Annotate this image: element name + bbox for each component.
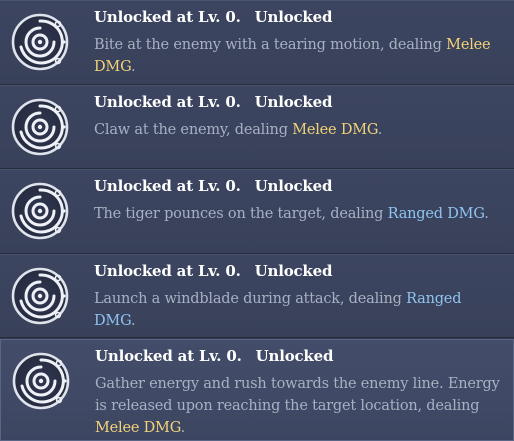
skill-row-4[interactable]: Unlocked at Lv. 0. Unlocked Launch a wind… [0,254,514,338]
unlock-level-text: Unlocked at Lv. 0. [94,93,241,111]
skill-title: Unlocked at Lv. 0. Unlocked [94,8,332,26]
skill-swirl-icon [9,265,71,327]
damage-type-keyword: Melee DMG [292,122,378,138]
skill-description: Launch a windblade during attack, dealin… [94,288,499,332]
unlock-status-text: Unlocked [254,8,333,26]
damage-type-keyword: Melee DMG [95,420,181,436]
skill-description: Claw at the enemy, dealing Melee DMG. [94,119,499,141]
skill-swirl-icon [9,96,71,158]
description-end: . [130,59,136,75]
unlock-status-text: Unlocked [254,262,333,280]
description-end: . [484,206,489,222]
description-end: . [377,122,383,138]
unlock-level-text: Unlocked at Lv. 0. [94,262,241,280]
skill-swirl-icon [10,350,72,412]
skill-title: Unlocked at Lv. 0. Unlocked [94,93,332,111]
skill-row-2[interactable]: Unlocked at Lv. 0. Unlocked Claw at the e… [0,85,514,169]
description-end: . [180,420,186,436]
skill-title: Unlocked at Lv. 0. Unlocked [94,262,332,280]
unlock-level-text: Unlocked at Lv. 0. [94,177,241,195]
description-end: . [130,313,136,329]
skill-row-3[interactable]: Unlocked at Lv. 0. Unlocked The tiger pou… [0,169,514,254]
skill-title: Unlocked at Lv. 0. Unlocked [94,177,332,195]
skill-description: Bite at the enemy with a tearing motion,… [94,34,499,78]
skill-description: The tiger pounces on the target, dealing… [94,203,499,225]
description-text: Launch a windblade during attack, dealin… [94,291,407,307]
damage-type-keyword: Ranged DMG [387,206,485,222]
unlock-level-text: Unlocked at Lv. 0. [94,8,241,26]
unlock-level-text: Unlocked at Lv. 0. [95,347,242,365]
unlock-status-text: Unlocked [255,347,334,365]
skill-title: Unlocked at Lv. 0. Unlocked [95,347,333,365]
description-text: Gather energy and rush towards the enemy… [95,376,500,414]
description-text: Bite at the enemy with a tearing motion,… [94,37,447,53]
skill-row-5[interactable]: Unlocked at Lv. 0. Unlocked Gather energy… [0,339,514,441]
skill-description: Gather energy and rush towards the enemy… [95,373,500,439]
skill-swirl-icon [9,180,71,242]
description-text: Claw at the enemy, dealing [94,122,293,138]
description-text: The tiger pounces on the target, dealing [94,206,388,222]
skill-list: Unlocked at Lv. 0. Unlocked Bite at the e… [0,0,514,441]
skill-row-1[interactable]: Unlocked at Lv. 0. Unlocked Bite at the e… [0,0,514,85]
unlock-status-text: Unlocked [254,177,333,195]
unlock-status-text: Unlocked [254,93,333,111]
skill-swirl-icon [9,11,71,73]
